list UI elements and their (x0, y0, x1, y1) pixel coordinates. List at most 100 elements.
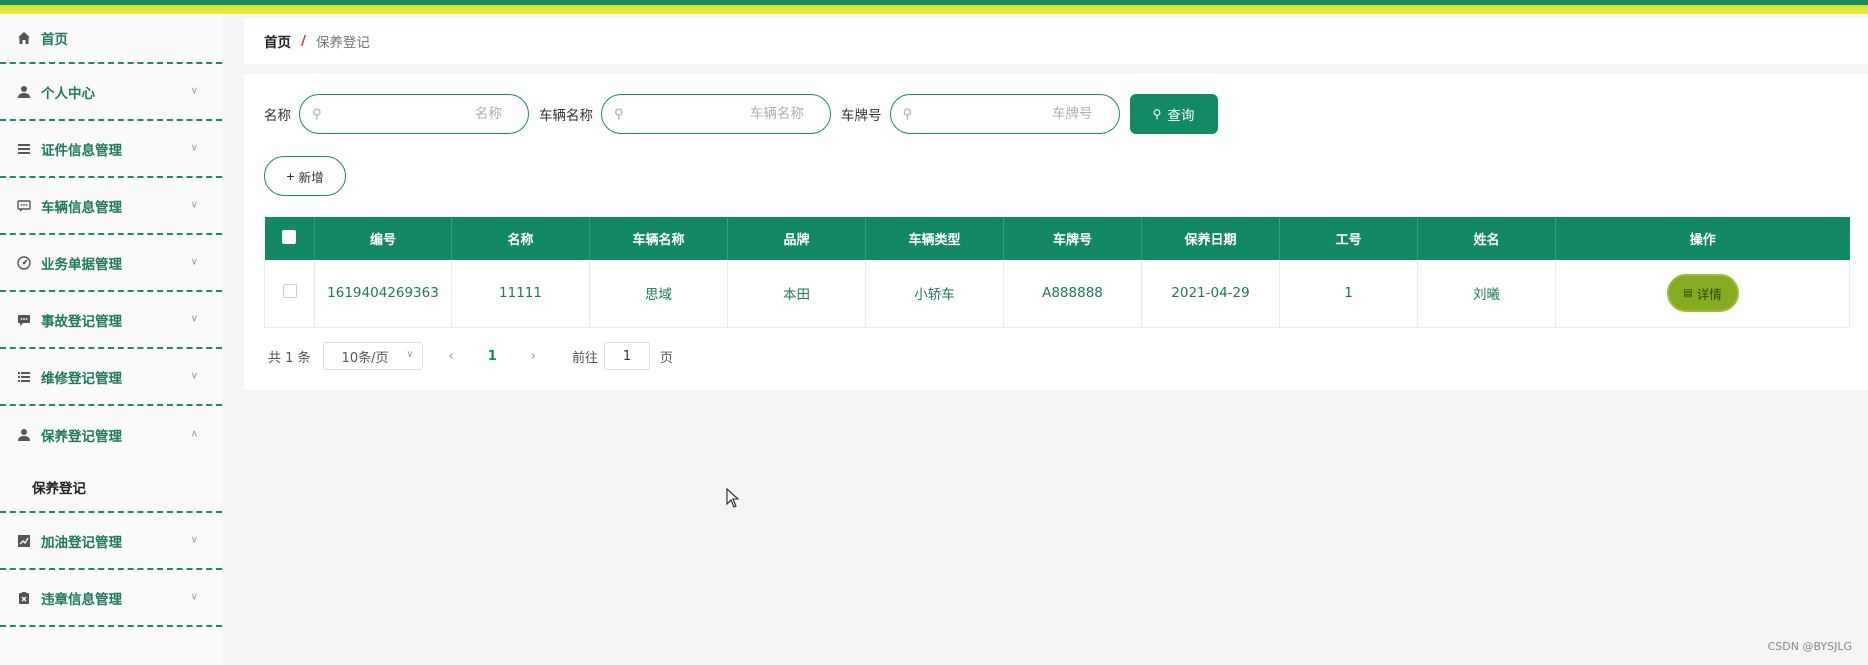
detail-button-label: 详情 (1696, 286, 1722, 302)
sidebar-item-label: 保养登记管理 (41, 428, 122, 445)
page-size-select[interactable]: 10条/页 ∨ (322, 342, 423, 370)
column-header: 姓名 (1417, 217, 1556, 260)
chevron-down-icon: ∨ (190, 312, 198, 324)
column-header: 品牌 (727, 217, 866, 260)
content-panel: 名称 ⚲ 车辆名称 ⚲ 车牌号 ⚲ ⚲ 查询 + 新增 编号 名称 (244, 74, 1868, 390)
sidebar-item-label: 维修登记管理 (41, 370, 122, 387)
vehicle-name-search-box: ⚲ (601, 94, 831, 134)
sidebar-item-accident-management[interactable]: 事故登记管理 ∨ (0, 292, 222, 349)
table-cell: 1 (1279, 260, 1418, 328)
home-icon (16, 30, 32, 46)
user-icon (16, 84, 32, 100)
add-button-label: 新增 (298, 170, 324, 185)
chevron-down-icon: ∨ (190, 198, 198, 210)
vehicle-name-label: 车辆名称 (539, 108, 593, 124)
table-cell: A888888 (1003, 260, 1142, 328)
column-header: 车辆类型 (865, 217, 1004, 260)
breadcrumb-current: 保养登记 (315, 35, 370, 51)
user-icon (16, 427, 32, 443)
chevron-up-icon: ∧ (190, 427, 198, 439)
name-search-input[interactable] (321, 106, 502, 122)
chevron-down-icon: ∨ (190, 141, 198, 153)
detail-button[interactable]: ▤ 详情 (1666, 274, 1739, 313)
goto-page-input[interactable] (604, 342, 651, 370)
page-size-value: 10条/页 (341, 350, 389, 366)
name-label: 名称 (264, 108, 291, 124)
column-header: 车辆名称 (589, 217, 728, 260)
sidebar-item-personal-center[interactable]: 个人中心 ∨ (0, 64, 222, 121)
table-cell: 本田 (727, 260, 866, 328)
plate-number-search-input[interactable] (912, 106, 1093, 122)
sidebar-item-violation-management[interactable]: 违章信息管理 ∨ (0, 570, 222, 627)
list-icon (16, 141, 32, 157)
row-checkbox[interactable] (282, 284, 297, 299)
chevron-down-icon: ∨ (406, 349, 414, 360)
action-cell: ▤ 详情 (1555, 260, 1850, 328)
top-accent-bar (0, 0, 1868, 14)
row-select-cell (264, 260, 315, 328)
plus-icon: + (286, 168, 295, 184)
chevron-down-icon: ∨ (190, 533, 198, 545)
sidebar-item-refuel-management[interactable]: 加油登记管理 ∨ (0, 513, 222, 570)
name-search-box: ⚲ (299, 94, 529, 134)
chat-icon (16, 198, 32, 214)
sidebar: 首页 个人中心 ∨ 证件信息管理 ∨ 车辆信息管理 ∨ 业务单据管理 ∨ 事故登… (0, 14, 222, 665)
sidebar-item-label: 违章信息管理 (41, 591, 122, 608)
add-button[interactable]: + 新增 (264, 156, 346, 196)
pagination: 共 1 条 10条/页 ∨ ‹ 1 › 前往 页 (268, 342, 673, 370)
sidebar-item-repair-management[interactable]: 维修登记管理 ∨ (0, 349, 222, 406)
query-button-label: 查询 (1167, 108, 1195, 123)
breadcrumb-home[interactable]: 首页 (264, 31, 291, 51)
table-cell: 2021-04-29 (1141, 260, 1280, 328)
gauge-icon (16, 255, 32, 271)
select-all-checkbox[interactable] (282, 229, 297, 244)
table-cell: 小轿车 (865, 260, 1004, 328)
sidebar-item-label: 事故登记管理 (41, 313, 122, 330)
sidebar-item-vehicle-management[interactable]: 车辆信息管理 ∨ (0, 178, 222, 235)
sidebar-item-label: 个人中心 (41, 85, 95, 102)
column-header: 操作 (1555, 217, 1850, 260)
chevron-down-icon: ∨ (190, 369, 198, 381)
search-icon: ⚲ (312, 106, 322, 122)
maintenance-table: 编号 名称 车辆名称 品牌 车辆类型 车牌号 保养日期 工号 姓名 操作 161… (264, 217, 1850, 328)
clipboard-icon (16, 590, 32, 606)
goto-label: 前往 (572, 350, 599, 366)
page-suffix-label: 页 (660, 350, 674, 366)
table-row: 1619404269363 11111 思域 本田 小轿车 A888888 20… (264, 260, 1850, 328)
pagination-total: 共 1 条 (268, 350, 311, 366)
table-cell: 11111 (451, 260, 590, 328)
sidebar-item-business-documents[interactable]: 业务单据管理 ∨ (0, 235, 222, 292)
query-button[interactable]: ⚲ 查询 (1129, 94, 1218, 134)
sidebar-item-home[interactable]: 首页 (0, 14, 222, 64)
column-header: 工号 (1279, 217, 1418, 260)
submenu-item-maintenance-register[interactable]: 保养登记 (0, 463, 222, 513)
search-form: 名称 ⚲ 车辆名称 ⚲ 车牌号 ⚲ ⚲ 查询 (264, 94, 1218, 134)
sidebar-item-label: 首页 (41, 32, 68, 48)
breadcrumb-separator: / (301, 33, 306, 49)
select-all-header (264, 217, 315, 260)
table-cell: 1619404269363 (314, 260, 452, 328)
column-header: 名称 (451, 217, 590, 260)
chevron-down-icon: ∨ (190, 590, 198, 602)
sidebar-item-label: 加油登记管理 (41, 534, 122, 551)
watermark: CSDN @BYSJLG (1767, 640, 1852, 653)
sidebar-item-label: 证件信息管理 (41, 142, 122, 159)
prev-page-button[interactable]: ‹ (449, 349, 454, 364)
next-page-button[interactable]: › (531, 349, 536, 364)
sidebar-item-label: 业务单据管理 (41, 256, 122, 273)
column-header: 保养日期 (1141, 217, 1280, 260)
search-icon: ⚲ (614, 106, 624, 122)
table-cell: 思域 (589, 260, 728, 328)
page-number-button[interactable]: 1 (488, 349, 497, 364)
plate-number-search-box: ⚲ (889, 94, 1120, 134)
column-header: 车牌号 (1003, 217, 1142, 260)
menu-icon (16, 369, 32, 385)
sidebar-item-certificate-management[interactable]: 证件信息管理 ∨ (0, 121, 222, 178)
search-icon: ⚲ (902, 106, 913, 122)
column-header: 编号 (314, 217, 452, 260)
chevron-down-icon: ∨ (190, 255, 198, 267)
message-icon (16, 312, 32, 328)
document-icon: ▤ (1683, 287, 1693, 299)
vehicle-name-search-input[interactable] (623, 106, 804, 122)
sidebar-item-maintenance-management[interactable]: 保养登记管理 ∧ (0, 406, 222, 463)
